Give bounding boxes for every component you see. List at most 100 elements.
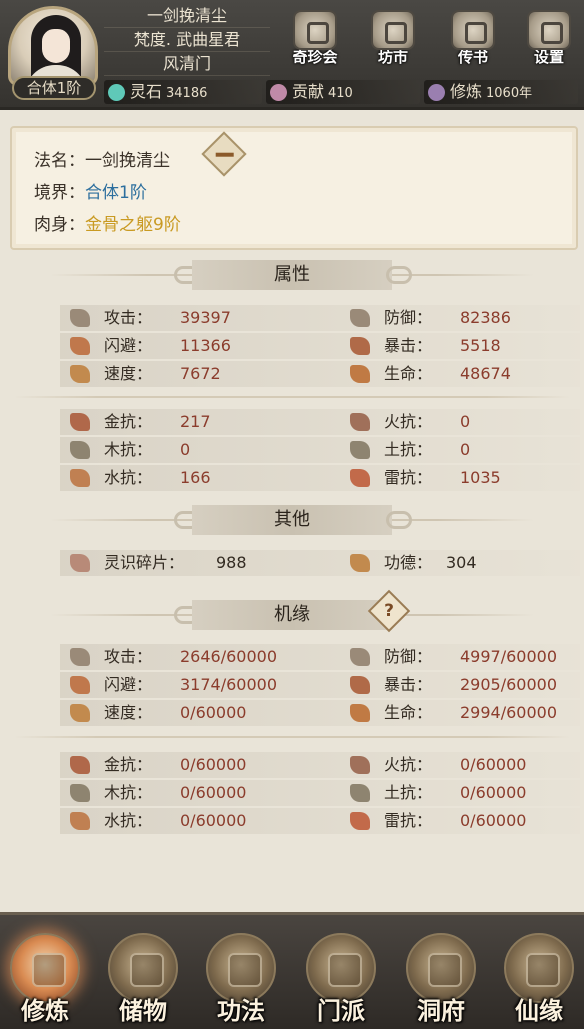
stat-name: 速度：: [104, 703, 153, 722]
body-row: 肉身：金骨之躯9阶: [34, 210, 181, 235]
dodge-icon: [70, 676, 90, 694]
cloud-ornament-icon: [386, 266, 412, 284]
player-avatar[interactable]: [8, 6, 98, 86]
stat-row: 速度： 0/60000 生命： 2994/60000: [60, 700, 580, 726]
stat-name: 水抗：: [104, 468, 153, 487]
character-info-card: 法名：一剑挽清尘 境界：合体1阶 肉身：金骨之躯9阶: [10, 126, 578, 250]
market-icon: [371, 10, 415, 50]
nav-immortal-fate[interactable]: 仙缘: [496, 931, 582, 1027]
nav-label: 储物: [119, 996, 167, 1025]
stat-row: 速度： 7672 生命： 48674: [60, 361, 580, 387]
stat-value: 0/60000: [460, 755, 527, 774]
spirit-stone-icon: [108, 84, 125, 101]
nav-storage[interactable]: 储物: [100, 931, 186, 1027]
nav-cave[interactable]: 洞府: [398, 931, 484, 1027]
section-divider: [14, 736, 570, 738]
stat-value: 0/60000: [180, 703, 247, 722]
crit-icon: [350, 337, 370, 355]
dodge-icon: [70, 337, 90, 355]
realm-value: 合体1阶: [85, 183, 147, 203]
merit-icon: [350, 554, 370, 572]
stat-name: 生命：: [384, 364, 433, 383]
defense-icon: [350, 648, 370, 666]
stat-value: 0/60000: [180, 755, 247, 774]
stat-value: 304: [446, 553, 477, 572]
stat-name: 防御：: [384, 308, 433, 327]
treasure-pavilion-button[interactable]: 奇珍会: [286, 10, 344, 72]
realm-badge: 合体1阶: [12, 76, 96, 100]
nav-label: 门派: [317, 996, 365, 1025]
contribution-label: 贡献: [292, 82, 325, 101]
stat-name: 木抗：: [104, 440, 153, 459]
player-sect: 风清门: [104, 52, 270, 76]
stat-value: 2646/60000: [180, 647, 278, 666]
treasure-pavilion-icon: [293, 10, 337, 50]
stat-row: 闪避： 3174/60000 暴击： 2905/60000: [60, 672, 580, 698]
contribution-value: 410: [328, 86, 353, 101]
nav-label: 修炼: [21, 996, 69, 1025]
stat-row: 闪避： 11366 暴击： 5518: [60, 333, 580, 359]
spirit-stone-label: 灵石: [130, 82, 163, 101]
nav-cultivate[interactable]: 修炼: [2, 931, 88, 1027]
stat-value: 39397: [180, 308, 231, 327]
letter-icon: [451, 10, 495, 50]
stat-name: 水抗：: [104, 811, 153, 830]
stat-value: 5518: [460, 336, 501, 355]
stat-name: 火抗：: [384, 755, 433, 774]
attack-icon: [70, 309, 90, 327]
stat-name: 速度：: [104, 364, 153, 383]
stat-row: 木抗： 0/60000 土抗： 0/60000: [60, 780, 580, 806]
player-title: 梵度. 武曲星君: [104, 28, 270, 52]
fire-resist-icon: [350, 413, 370, 431]
attack-icon: [70, 648, 90, 666]
stat-name: 防御：: [384, 647, 433, 666]
stat-name: 土抗：: [384, 440, 433, 459]
defense-icon: [350, 309, 370, 327]
rename-brush-icon[interactable]: [201, 131, 247, 177]
crit-icon: [350, 676, 370, 694]
settings-button[interactable]: 设置: [520, 10, 578, 72]
stat-row: 木抗： 0 土抗： 0: [60, 437, 580, 463]
stat-row: 攻击： 2646/60000 防御： 4997/60000: [60, 644, 580, 670]
spirit-stone-counter: 灵石 34186: [104, 80, 262, 104]
stat-name: 木抗：: [104, 783, 153, 802]
stat-value: 11366: [180, 336, 231, 355]
market-button[interactable]: 坊市: [364, 10, 422, 72]
gear-icon: [527, 10, 571, 50]
stat-value: 1035: [460, 468, 501, 487]
stat-name: 攻击：: [104, 647, 153, 666]
dharma-name-row: 法名：一剑挽清尘: [34, 146, 170, 171]
stat-value: 4997/60000: [460, 647, 558, 666]
spirit-stone-value: 34186: [166, 86, 208, 101]
other-section-title: 其他: [50, 505, 534, 535]
life-icon: [350, 365, 370, 383]
wood-resist-icon: [70, 784, 90, 802]
stat-value: 7672: [180, 364, 221, 383]
stat-row: 金抗： 217 火抗： 0: [60, 409, 580, 435]
contribution-counter: 贡献 410: [266, 80, 420, 104]
stat-row: 灵识碎片： 988 功德： 304: [60, 550, 580, 576]
stat-row: 攻击： 39397 防御： 82386: [60, 305, 580, 331]
stat-value: 2994/60000: [460, 703, 558, 722]
stat-name: 金抗：: [104, 755, 153, 774]
stat-name: 暴击：: [384, 675, 433, 694]
dharma-name-label: 法名：: [34, 151, 85, 171]
stat-value: 82386: [460, 308, 511, 327]
nav-sect[interactable]: 门派: [298, 931, 384, 1027]
stat-row: 金抗： 0/60000 火抗： 0/60000: [60, 752, 580, 778]
letter-button[interactable]: 传书: [444, 10, 502, 72]
body-value: 金骨之躯9阶: [85, 215, 181, 235]
life-icon: [350, 704, 370, 722]
stat-name: 攻击：: [104, 308, 153, 327]
stat-value: 2905/60000: [460, 675, 558, 694]
nav-techniques[interactable]: 功法: [198, 931, 284, 1027]
stat-value: 0: [180, 440, 191, 459]
stat-name: 暴击：: [384, 336, 433, 355]
cultivation-counter: 修炼 1060年: [424, 80, 578, 104]
dharma-name-value: 一剑挽清尘: [85, 151, 170, 171]
thunder-resist-icon: [350, 812, 370, 830]
cultivation-label: 修炼: [450, 82, 483, 101]
cultivation-value: 1060年: [486, 86, 533, 101]
soul-shard-icon: [70, 554, 90, 572]
stat-value: 0/60000: [460, 783, 527, 802]
